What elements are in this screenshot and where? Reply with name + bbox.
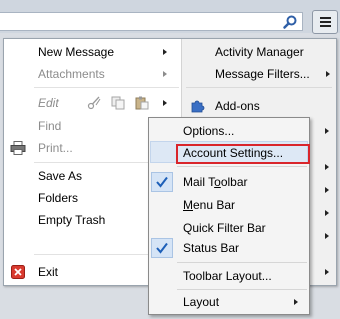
menu-item-label: New Message [38, 45, 115, 59]
menu-item-label: Add-ons [215, 99, 260, 113]
app-menu-button[interactable] [312, 10, 338, 34]
submenu-item-mail-toolbar[interactable]: Mail Toolbar [183, 172, 307, 192]
menu-item-label: Save As [38, 169, 83, 183]
checkmark-icon [151, 238, 173, 258]
puzzle-icon [190, 99, 206, 113]
search-input[interactable] [0, 12, 303, 31]
exit-icon [11, 265, 27, 279]
separator [177, 262, 307, 263]
menu-item-message-filters[interactable]: Message Filters... [215, 64, 333, 84]
menu-item-add-ons[interactable]: Add-ons [190, 96, 333, 116]
menu-item-edit[interactable]: Edit [38, 93, 178, 113]
menu-item-label: Edit [38, 96, 59, 110]
menu-item-label: Toolbar Layout... [183, 269, 272, 283]
menu-item-label: Account Settings... [183, 146, 284, 160]
menu-item-attachments[interactable]: Attachments [38, 64, 178, 84]
arrow-right-icon [325, 269, 329, 275]
submenu-item-toolbar-layout[interactable]: Toolbar Layout... [183, 266, 307, 286]
separator [34, 87, 179, 88]
menu-item-label: Find [38, 119, 62, 133]
menu-item-label: Layout [183, 295, 220, 309]
menu-item-label: Options... [183, 124, 235, 138]
submenu-item-menu-bar[interactable]: Menu Bar [183, 195, 307, 215]
submenu-item-layout[interactable]: Layout [183, 292, 307, 312]
separator [177, 166, 307, 167]
menu-item-label: Quick Filter Bar [183, 221, 266, 235]
menu-item-label: Empty Trash [38, 213, 106, 227]
menu-item-label: Print... [38, 141, 73, 155]
menu-item-label: Mail Toolbar [183, 175, 248, 189]
submenu-item-account-settings[interactable]: Account Settings... [183, 143, 307, 163]
menu-item-activity-manager[interactable]: Activity Manager [215, 42, 333, 62]
arrow-right-icon [163, 49, 167, 55]
checkmark-icon [151, 172, 173, 192]
arrow-right-icon [294, 299, 298, 305]
menu-item-label: Exit [38, 265, 59, 279]
arrow-right-icon [163, 71, 167, 77]
menu-item-label: Folders [38, 191, 79, 205]
menu-item-label: Menu Bar [183, 198, 236, 212]
cut-icon[interactable] [87, 96, 103, 110]
arrow-right-icon [325, 164, 329, 170]
paste-icon[interactable] [134, 96, 150, 110]
menu-item-new-message[interactable]: New Message [38, 42, 178, 62]
submenu-item-status-bar[interactable]: Status Bar [183, 238, 307, 258]
toolbar [0, 0, 340, 34]
search-icon[interactable] [282, 14, 298, 30]
arrow-right-icon [325, 233, 329, 239]
submenu-item-quick-filter-bar[interactable]: Quick Filter Bar [183, 218, 307, 238]
arrow-right-icon [163, 100, 167, 106]
arrow-right-icon [325, 187, 329, 193]
submenu-item-options[interactable]: Options... [183, 121, 307, 141]
menu-item-label: Activity Manager [215, 45, 304, 59]
separator [186, 87, 332, 88]
menu-item-label: Status Bar [183, 241, 240, 255]
menu-item-label: Attachments [38, 67, 105, 81]
arrow-right-icon [325, 128, 329, 134]
options-submenu: Options... Account Settings... Mail Tool… [148, 117, 310, 315]
separator [177, 289, 307, 290]
arrow-right-icon [325, 210, 329, 216]
printer-icon [10, 141, 26, 155]
menu-item-label: Message Filters... [215, 67, 310, 81]
arrow-right-icon [326, 71, 330, 77]
copy-icon[interactable] [110, 96, 126, 110]
